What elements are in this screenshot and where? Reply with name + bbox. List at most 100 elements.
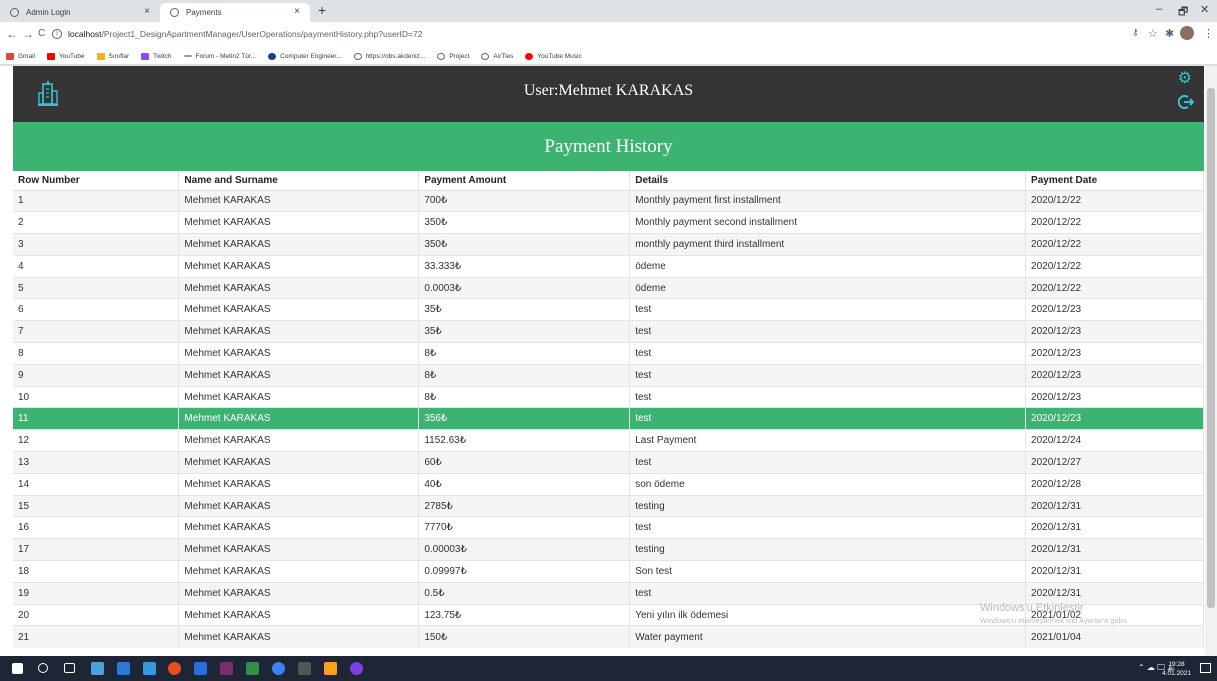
table-row[interactable]: 17 Mehmet KARAKAS 0.00003₺ testing 2020/12/3… [13, 538, 1204, 561]
clock-date: 4.01.2021 [1162, 670, 1191, 677]
table-row[interactable]: 14 Mehmet KARAKAS 40₺ son ödeme 2020/12/28 [13, 472, 1204, 496]
url-field[interactable]: i localhost/Project1_DesignApartmentMana… [52, 27, 422, 41]
sublime-icon[interactable] [324, 662, 337, 675]
amount-cell: 356₺ [418, 407, 631, 430]
row-number-cell: 1 [13, 189, 180, 212]
bookmark-project[interactable]: Project [437, 52, 469, 60]
clock[interactable]: 19:28 4.01.2021 [1162, 660, 1191, 678]
reload-icon[interactable]: C [38, 28, 45, 39]
amount-cell: 35₺ [418, 298, 631, 321]
table-row[interactable]: 18 Mehmet KARAKAS 0.09997₺ Son test 2020/12/… [13, 560, 1204, 583]
avatar[interactable] [1180, 26, 1194, 40]
notification-icon[interactable] [1200, 663, 1211, 673]
amount-cell: 35₺ [418, 320, 631, 343]
bookmark-obs[interactable]: https://obs.akdeniz... [353, 52, 425, 60]
task-view-icon[interactable] [64, 663, 75, 673]
url-host: localhost [68, 29, 102, 39]
chrome-icon[interactable] [168, 662, 181, 675]
bookmark-airties[interactable]: AirTies [481, 52, 513, 60]
table-row[interactable]: 11 Mehmet KARAKAS 356₺ test 2020/12/23 [13, 407, 1204, 430]
forum-icon [183, 55, 192, 57]
name-cell: Mehmet KARAKAS [178, 189, 420, 212]
date-cell: 2020/12/23 [1025, 320, 1204, 343]
app-icon[interactable] [350, 662, 363, 675]
details-cell: Son test [629, 560, 1027, 583]
bookmark-youtube[interactable]: YouTube [46, 52, 85, 60]
bookmark-computer-engineer[interactable]: Computer Engineer... [268, 52, 342, 60]
bookmark-gmail[interactable]: Gmail [6, 52, 35, 60]
amount-cell: 0.5₺ [418, 581, 631, 605]
forward-icon[interactable]: → [22, 27, 34, 41]
amount-cell: 350₺ [418, 211, 631, 234]
bookmark-siniflar[interactable]: Sınıflar [96, 52, 129, 60]
table-row[interactable]: 8 Mehmet KARAKAS 8₺ test 2020/12/23 [13, 342, 1204, 365]
table-row[interactable]: 16 Mehmet KARAKAS 7770₺ test 2020/12/31 [13, 516, 1204, 539]
app-icon[interactable] [246, 662, 259, 675]
table-row[interactable]: 9 Mehmet KARAKAS 8₺ test 2020/12/23 [13, 363, 1204, 387]
table-row[interactable]: 13 Mehmet KARAKAS 60₺ test 2020/12/27 [13, 451, 1204, 474]
file-explorer-icon[interactable] [91, 662, 104, 675]
date-cell: 2020/12/22 [1025, 254, 1204, 278]
user-label: User:Mehmet KARAKAS [523, 82, 694, 99]
name-cell: Mehmet KARAKAS [178, 451, 420, 474]
watermark-line1: Windows'u Etkinleştir [980, 602, 1084, 614]
close-window-icon[interactable]: ✕ [1200, 3, 1209, 16]
table-row[interactable]: 3 Mehmet KARAKAS 350₺ monthly payment third… [13, 233, 1204, 256]
back-icon[interactable]: ← [6, 27, 18, 41]
table-row[interactable]: 5 Mehmet KARAKAS 0.0003₺ ödeme 2020/12/22 [13, 276, 1204, 299]
logout-icon[interactable] [1178, 94, 1194, 110]
table-row[interactable]: 12 Mehmet KARAKAS 1152.63₺ Last Payment 2020… [13, 429, 1204, 452]
store-icon[interactable] [117, 662, 130, 675]
table-row[interactable]: 7 Mehmet KARAKAS 35₺ test 2020/12/23 [13, 320, 1204, 343]
name-cell: Mehmet KARAKAS [178, 560, 420, 583]
scrollbar[interactable] [1205, 66, 1217, 656]
date-cell: 2020/12/27 [1025, 451, 1204, 474]
date-cell: 2020/12/23 [1025, 407, 1204, 430]
bookmark-label: Gmail [18, 52, 35, 60]
app-icon[interactable] [272, 662, 285, 675]
table-row[interactable]: 4 Mehmet KARAKAS 33.333₺ ödeme 2020/12/22 [13, 254, 1204, 278]
date-cell: 2020/12/23 [1025, 298, 1204, 321]
bookmark-youtube-music[interactable]: YouTube Music [525, 52, 582, 60]
menu-icon[interactable]: ⋮ [1203, 27, 1214, 40]
scrollbar-thumb[interactable] [1207, 88, 1215, 608]
key-icon[interactable]: ⚷ [1132, 27, 1139, 38]
name-cell: Mehmet KARAKAS [178, 494, 420, 517]
windows-start-icon[interactable] [12, 663, 23, 674]
tab-close-icon[interactable]: × [144, 6, 150, 17]
info-icon[interactable]: i [52, 29, 62, 39]
table-row[interactable]: 19 Mehmet KARAKAS 0.5₺ test 2020/12/31 [13, 581, 1204, 605]
table-row[interactable]: 10 Mehmet KARAKAS 8₺ test 2020/12/23 [13, 385, 1204, 408]
table-row[interactable]: 1 Mehmet KARAKAS 700₺ Monthly payment first… [13, 189, 1204, 212]
maximize-icon[interactable]: 🗗 [1178, 3, 1188, 22]
row-number-cell: 18 [13, 560, 180, 583]
globe-icon [353, 52, 362, 60]
table-row[interactable]: 6 Mehmet KARAKAS 35₺ test 2020/12/23 [13, 298, 1204, 321]
mail-icon[interactable] [143, 662, 156, 675]
details-cell: test [629, 581, 1027, 605]
bookmark-twitch[interactable]: Twitch [141, 52, 172, 60]
gmail-icon [6, 52, 14, 60]
table-row[interactable]: 2 Mehmet KARAKAS 350₺ Monthly payment secon… [13, 211, 1204, 234]
new-tab-button[interactable]: + [318, 2, 326, 18]
app-icon[interactable] [194, 662, 207, 675]
tab-admin-login[interactable]: Admin Login × [0, 3, 160, 22]
row-number-cell: 20 [13, 603, 180, 626]
tab-close-icon[interactable]: × [294, 6, 300, 17]
app-icon[interactable] [298, 662, 311, 675]
star-icon[interactable]: ☆ [1148, 27, 1158, 40]
tab-payments[interactable]: Payments × [160, 3, 310, 22]
amount-cell: 60₺ [418, 451, 631, 474]
name-cell: Mehmet KARAKAS [178, 363, 420, 387]
bookmark-forum[interactable]: Forum - Metin2 Tür... [183, 53, 256, 60]
extensions-icon[interactable]: ✱ [1165, 27, 1174, 40]
search-icon[interactable] [38, 663, 48, 673]
page-viewport: User:Mehmet KARAKAS ⚙ Payment History Ro… [0, 66, 1217, 656]
gear-icon[interactable]: ⚙ [1178, 68, 1192, 88]
table-row[interactable]: 15 Mehmet KARAKAS 2785₺ testing 2020/12/31 [13, 494, 1204, 517]
minimize-icon[interactable]: – [1156, 3, 1162, 15]
details-cell: ödeme [629, 254, 1027, 278]
globe-icon [481, 52, 490, 60]
visual-studio-icon[interactable] [220, 662, 233, 675]
table-row[interactable]: 21 Mehmet KARAKAS 150₺ Water payment 2021/01… [13, 625, 1204, 648]
